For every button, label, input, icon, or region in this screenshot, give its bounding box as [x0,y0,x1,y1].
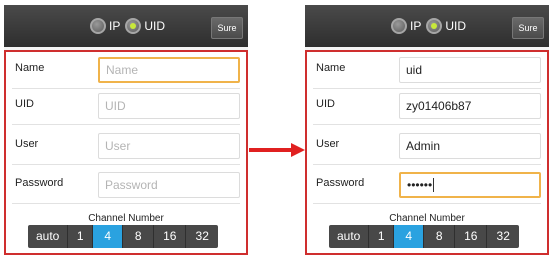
device-form-panel-empty: IP UID Sure Name Name UID UID User User … [4,5,248,255]
uid-row: UID UID [12,88,240,125]
name-row: Name Name [12,52,240,89]
ip-radio-icon[interactable] [90,18,106,34]
password-row: Password •••••• [313,167,541,204]
password-label: Password [15,177,64,189]
user-label: User [15,138,39,150]
top-toolbar: IP UID Sure [4,5,248,47]
name-row: Name uid [313,52,541,89]
channel-option-32[interactable]: 32 [186,225,217,248]
user-row: User User [12,128,240,165]
channel-option-16[interactable]: 16 [154,225,187,248]
password-field[interactable]: Password [98,172,240,198]
channel-number-selector: auto 1 4 8 16 32 [28,225,218,248]
uid-radio-icon[interactable] [426,18,443,34]
channel-option-1[interactable]: 1 [369,225,394,248]
connection-mode-radio-group: IP UID [391,16,471,36]
channel-option-auto[interactable]: auto [28,225,69,248]
channel-number-selector: auto 1 4 8 16 32 [329,225,519,248]
password-field[interactable]: •••••• [399,172,541,198]
channel-option-8[interactable]: 8 [424,225,455,248]
uid-field[interactable]: zy01406b87 [399,93,541,119]
password-label: Password [316,177,365,189]
name-field[interactable]: uid [399,57,541,83]
channel-option-4[interactable]: 4 [393,225,425,248]
connection-mode-radio-group: IP UID [90,16,170,36]
channel-option-auto[interactable]: auto [329,225,370,248]
channel-option-32[interactable]: 32 [487,225,518,248]
uid-field[interactable]: UID [98,93,240,119]
uid-row: UID zy01406b87 [313,88,541,125]
ip-radio-label[interactable]: IP [109,19,120,33]
sure-button[interactable]: Sure [211,17,243,39]
channel-option-4[interactable]: 4 [92,225,124,248]
password-row: Password Password [12,167,240,204]
top-toolbar: IP UID Sure [305,5,549,47]
user-field[interactable]: Admin [399,133,541,159]
uid-label: UID [15,98,34,110]
user-label: User [316,138,340,150]
sure-button[interactable]: Sure [512,17,544,39]
form-highlight-frame: Name uid UID zy01406b87 User Admin Passw… [305,50,549,255]
ip-radio-icon[interactable] [391,18,407,34]
name-label: Name [316,62,346,74]
uid-radio-label[interactable]: UID [144,19,165,33]
form-highlight-frame: Name Name UID UID User User Password Pas… [4,50,248,255]
password-value: •••••• [407,178,435,192]
channel-number-title: Channel Number [389,213,465,224]
arrow-right-icon [249,143,305,157]
channel-option-1[interactable]: 1 [68,225,93,248]
ip-radio-label[interactable]: IP [410,19,421,33]
user-field[interactable]: User [98,133,240,159]
device-form-panel-filled: IP UID Sure Name uid UID zy01406b87 User… [305,5,549,255]
uid-radio-label[interactable]: UID [445,19,466,33]
name-field[interactable]: Name [98,57,240,83]
channel-number-title: Channel Number [88,213,164,224]
uid-label: UID [316,98,335,110]
channel-option-8[interactable]: 8 [123,225,154,248]
uid-radio-icon[interactable] [125,18,142,34]
name-label: Name [15,62,45,74]
channel-option-16[interactable]: 16 [455,225,488,248]
user-row: User Admin [313,128,541,165]
